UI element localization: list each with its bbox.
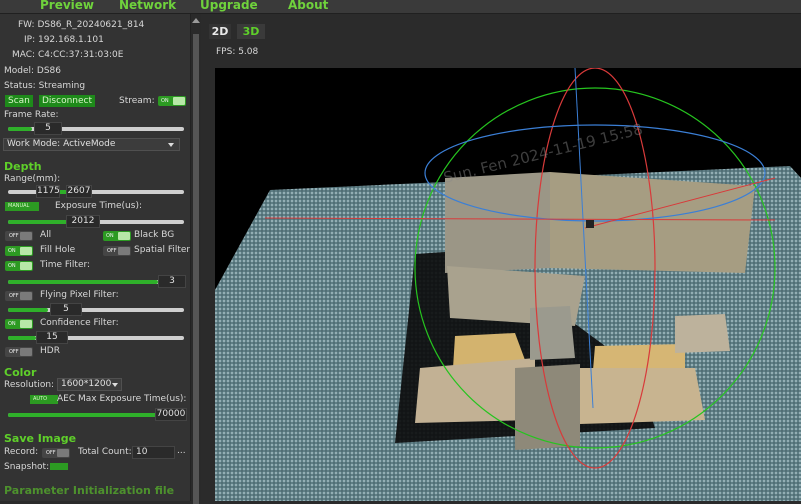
black-bg-toggle[interactable]: ON (103, 231, 131, 241)
spatial-filter-toggle[interactable]: OFF (103, 246, 131, 256)
range-min-value[interactable]: 1175 (36, 185, 60, 198)
stream-label: Stream: (119, 96, 155, 106)
tab-2d[interactable]: 2D (209, 24, 231, 39)
time-filter-value[interactable]: 3 (158, 275, 186, 288)
firmware-text: FW: DS86_R_20240621_814 (18, 20, 145, 30)
all-toggle[interactable]: OFF (5, 231, 33, 241)
snapshot-label: Snapshot: (4, 462, 50, 472)
fill-hole-label: Fill Hole (40, 245, 76, 255)
confidence-toggle[interactable]: ON (5, 319, 33, 329)
all-label: All (40, 230, 52, 240)
snapshot-button[interactable] (50, 463, 68, 470)
resolution-value: 1600*1200 (61, 379, 112, 389)
box-center-lower (515, 364, 580, 450)
flying-pixel-label: Flying Pixel Filter: (40, 290, 119, 300)
toggle-state-text: OFF (9, 233, 19, 239)
viewer-header: 2D 3D FPS: 5.08 (201, 14, 801, 68)
toggle-state-text: ON (8, 321, 16, 327)
top-menu-bar: Preview Network Upgrade About (0, 0, 801, 14)
confidence-slider-fill (8, 336, 36, 340)
flying-pixel-toggle[interactable]: OFF (5, 291, 33, 301)
point-cloud-render: Sun. Fen 2024-11-19 15:58 (215, 68, 801, 501)
toggle-state-text: ON (8, 248, 16, 254)
frame-rate-label: Frame Rate: (4, 110, 59, 120)
fill-hole-toggle[interactable]: ON (5, 246, 33, 256)
control-panel: FW: DS86_R_20240621_814 IP: 192.168.1.10… (0, 14, 190, 501)
aec-value[interactable]: 70000 (155, 408, 187, 421)
record-label: Record: (4, 447, 39, 457)
aec-label: AEC Max Exposure Time(us): (57, 394, 187, 404)
total-count-label: Total Count: (78, 447, 132, 457)
range-label: Range(mm): (4, 174, 61, 184)
exposure-manual-toggle[interactable]: MANUAL (5, 202, 39, 211)
frame-rate-value[interactable]: 5 (34, 122, 62, 135)
box-right-front (580, 368, 705, 424)
parameter-init-title: Parameter Initialization file (4, 484, 175, 497)
resolution-dropdown[interactable]: 1600*1200 (57, 378, 122, 391)
depth-section-title: Depth (4, 160, 42, 173)
menu-network[interactable]: Network (119, 0, 176, 12)
ip-text: IP: 192.168.1.101 (24, 35, 104, 45)
gizmo-center (586, 220, 594, 228)
toggle-state-text: ON (8, 263, 16, 269)
model-text: Model: DS86 (4, 66, 62, 76)
flying-pixel-slider-fill (8, 308, 48, 312)
scan-button[interactable]: Scan (5, 95, 33, 107)
range-slider[interactable] (8, 190, 184, 194)
resolution-label: Resolution: (4, 380, 55, 390)
scrollbar-thumb[interactable] (193, 34, 199, 504)
exposure-label: Exposure Time(us): (55, 201, 142, 211)
hdr-label: HDR (40, 346, 60, 356)
frame-rate-slider-fill (8, 127, 32, 131)
chevron-down-icon (168, 143, 174, 147)
status-text: Status: Streaming (4, 81, 86, 91)
fps-readout: FPS: 5.08 (216, 47, 259, 57)
time-filter-toggle[interactable]: ON (5, 261, 33, 271)
browse-button[interactable]: ... (177, 446, 186, 456)
black-bg-label: Black BG (134, 230, 175, 240)
mac-text: MAC: C4:CC:37:31:03:0E (12, 50, 124, 60)
record-toggle[interactable]: OFF (42, 448, 70, 458)
menu-about[interactable]: About (288, 0, 328, 12)
work-mode-dropdown[interactable]: Work Mode: ActiveMode (3, 138, 180, 151)
toggle-state-text: ON (106, 233, 114, 239)
box-far-right (675, 314, 730, 353)
flying-pixel-value[interactable]: 5 (50, 303, 82, 316)
aec-slider-fill (8, 413, 158, 417)
stream-toggle[interactable]: ON (158, 96, 186, 106)
total-count-input[interactable]: 10 (132, 446, 175, 459)
box-back-left (445, 172, 550, 273)
work-mode-value: Work Mode: ActiveMode (7, 139, 116, 149)
tab-3d[interactable]: 3D (237, 24, 265, 39)
panel-scrollbar[interactable] (190, 14, 201, 504)
spatial-filter-label: Spatial Filter (134, 245, 190, 255)
confidence-label: Confidence Filter: (40, 318, 119, 328)
chevron-down-icon (112, 383, 118, 387)
aec-auto-toggle[interactable]: AUTO (30, 395, 58, 404)
color-section-title: Color (4, 366, 37, 379)
save-image-section-title: Save Image (4, 432, 77, 445)
box-back-right (550, 172, 755, 273)
point-cloud-viewport[interactable]: Sun. Fen 2024-11-19 15:58 (215, 68, 801, 501)
scroll-up-icon[interactable] (192, 18, 200, 23)
confidence-value[interactable]: 15 (36, 331, 68, 344)
toggle-state-text: OFF (9, 349, 19, 355)
exposure-value[interactable]: 2012 (66, 215, 100, 228)
hdr-toggle[interactable]: OFF (5, 347, 33, 357)
box-right-top (593, 344, 685, 370)
range-max-value[interactable]: 2607 (66, 185, 92, 198)
toggle-state-text: OFF (46, 450, 56, 456)
time-filter-slider-fill (8, 280, 158, 284)
menu-preview[interactable]: Preview (40, 0, 94, 12)
time-filter-label: Time Filter: (40, 260, 91, 270)
toggle-state-text: OFF (9, 293, 19, 299)
disconnect-button[interactable]: Disconnect (39, 95, 95, 107)
toggle-state-text: OFF (107, 248, 117, 254)
menu-upgrade[interactable]: Upgrade (200, 0, 258, 12)
toggle-state-text: ON (161, 98, 169, 104)
